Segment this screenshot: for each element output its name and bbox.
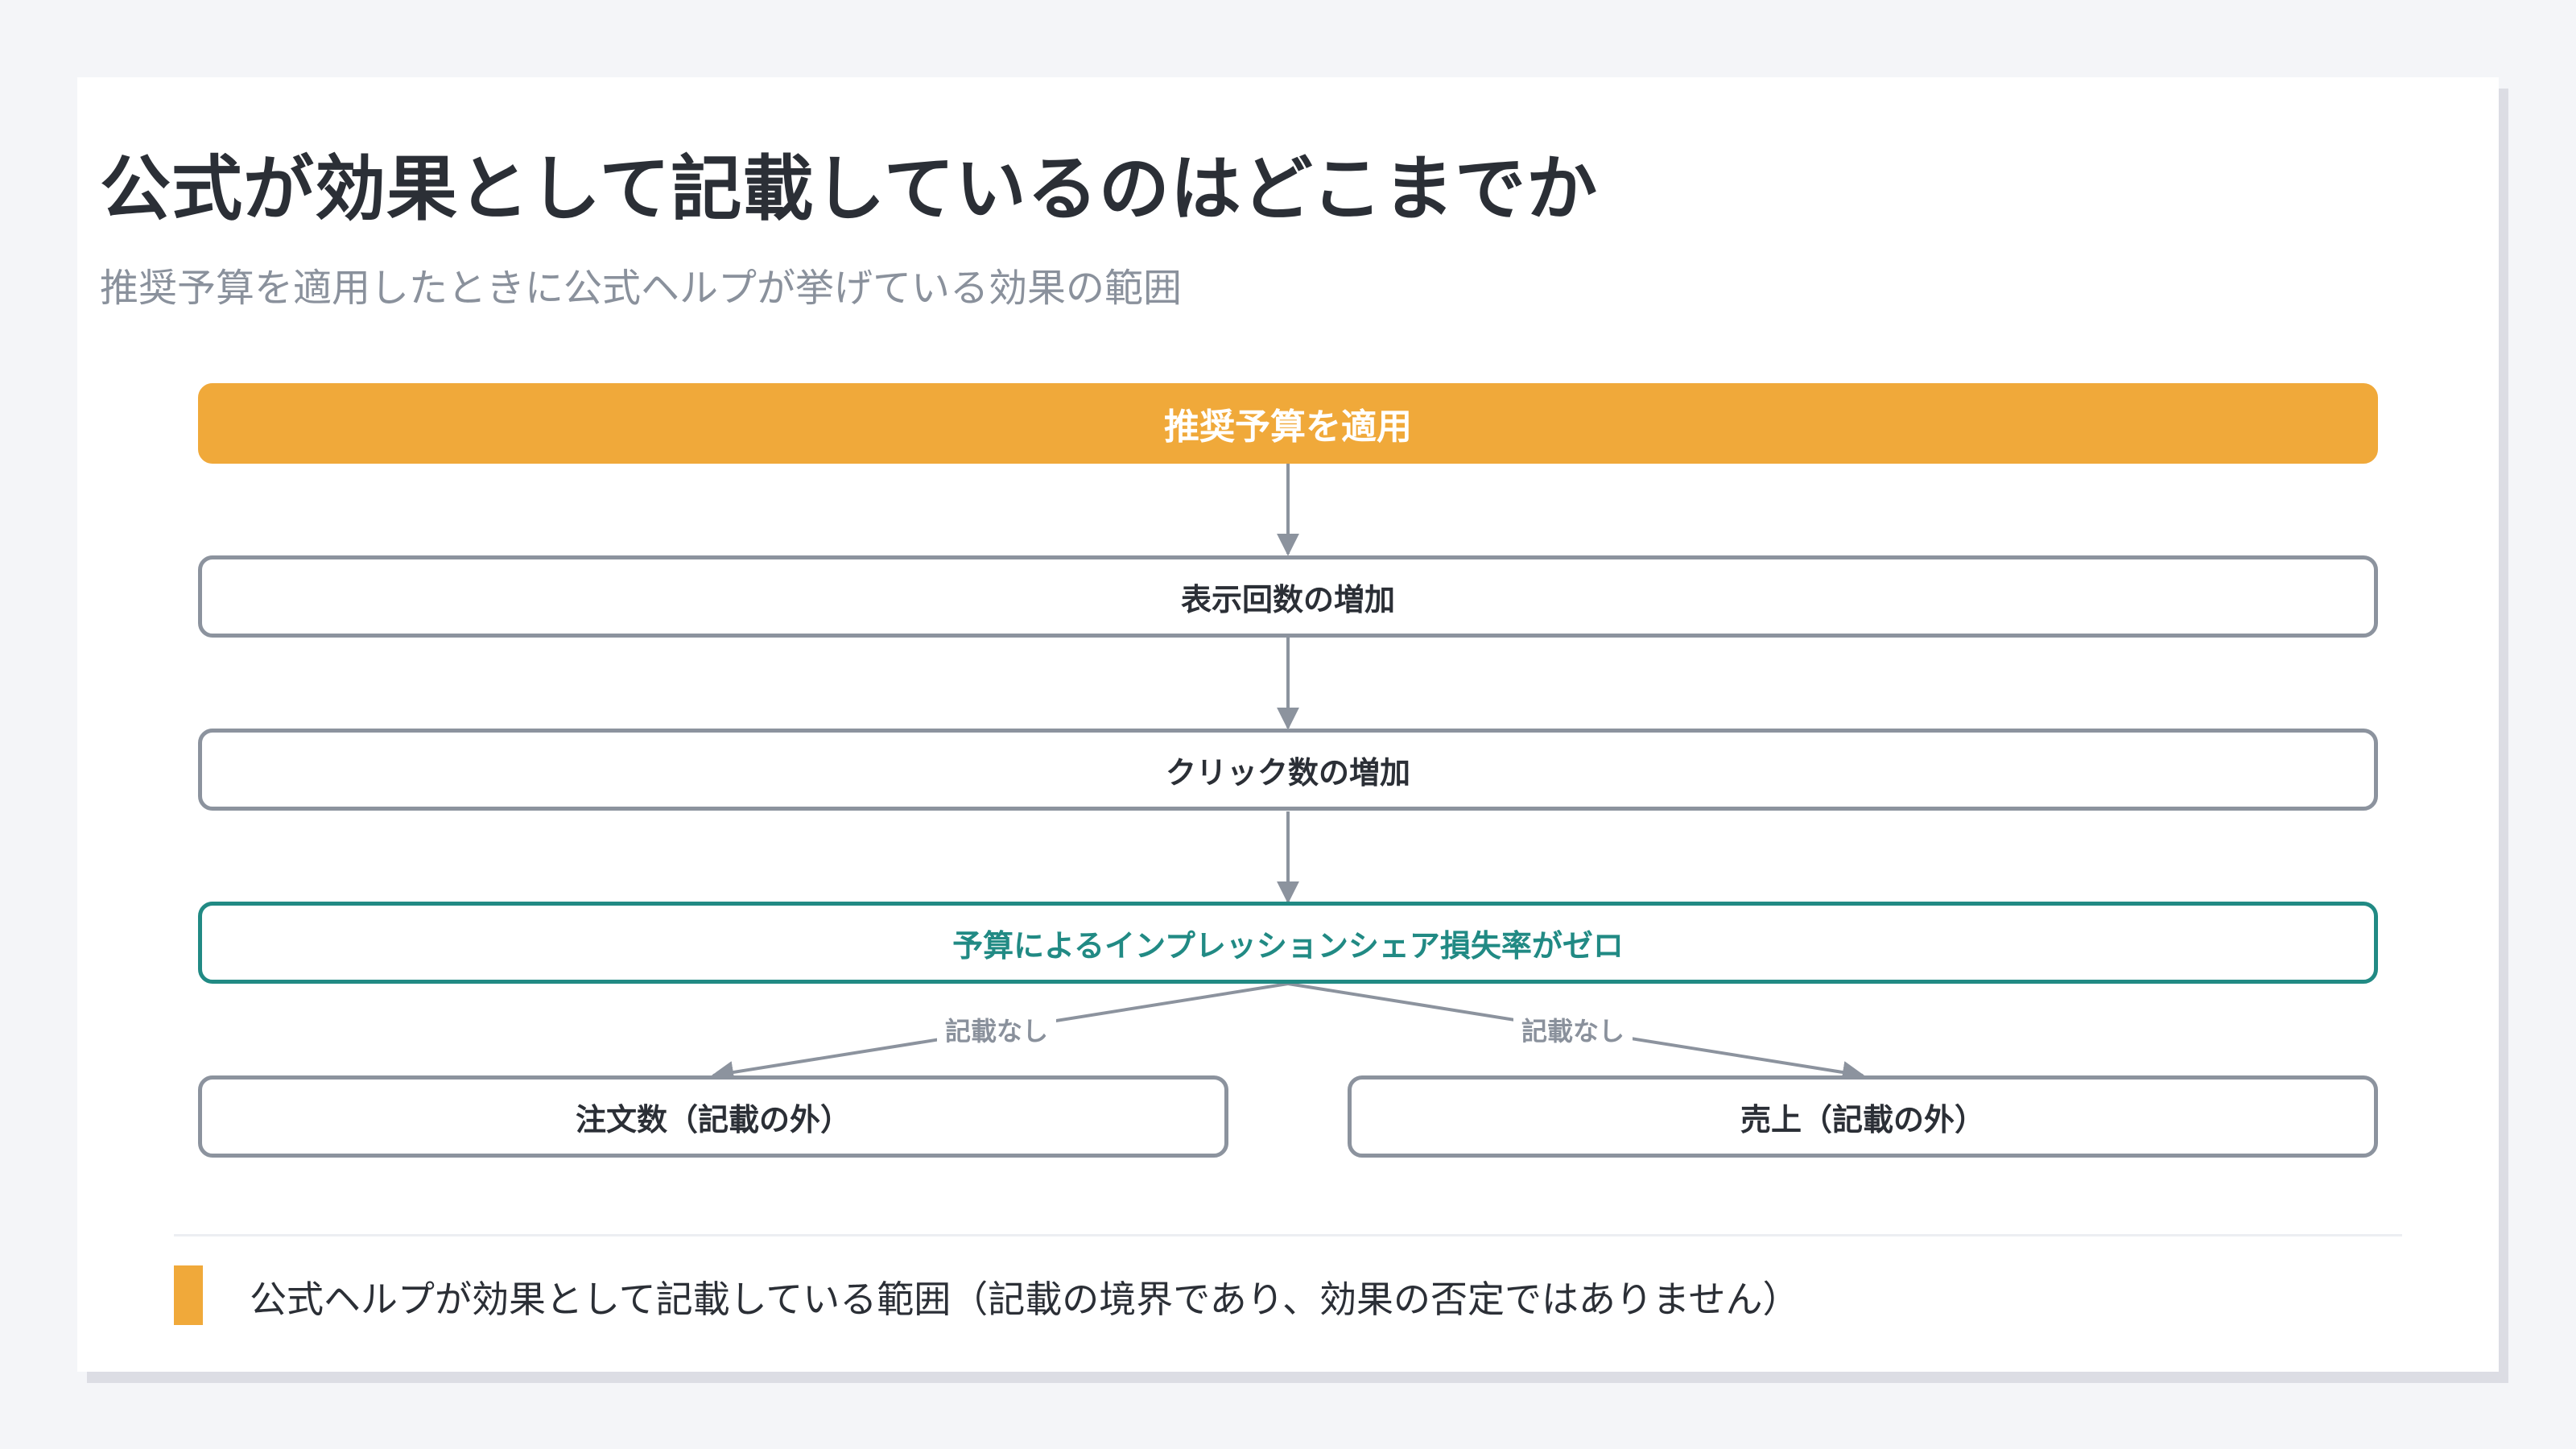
node-impressions: 表示回数の増加	[198, 555, 2378, 638]
node-clicks: クリック数の増加	[198, 729, 2378, 811]
edge-label-left: 記載なし	[937, 1011, 1057, 1048]
node-apply-budget: 推奨予算を適用	[198, 383, 2378, 464]
legend-text: 公式ヘルプが効果として記載している範囲（記載の境界であり、効果の否定ではありませ…	[250, 1278, 1800, 1321]
flow-connectors	[711, 464, 1865, 1084]
node-orders: 注文数（記載の外）	[198, 1075, 1228, 1158]
node-impression-share-lost: 予算によるインプレッションシェア損失率がゼロ	[198, 902, 2378, 984]
divider	[174, 1234, 2402, 1236]
edge-label-right: 記載なし	[1513, 1011, 1633, 1048]
legend-swatch	[174, 1265, 203, 1325]
node-sales: 売上（記載の外）	[1348, 1075, 2378, 1158]
